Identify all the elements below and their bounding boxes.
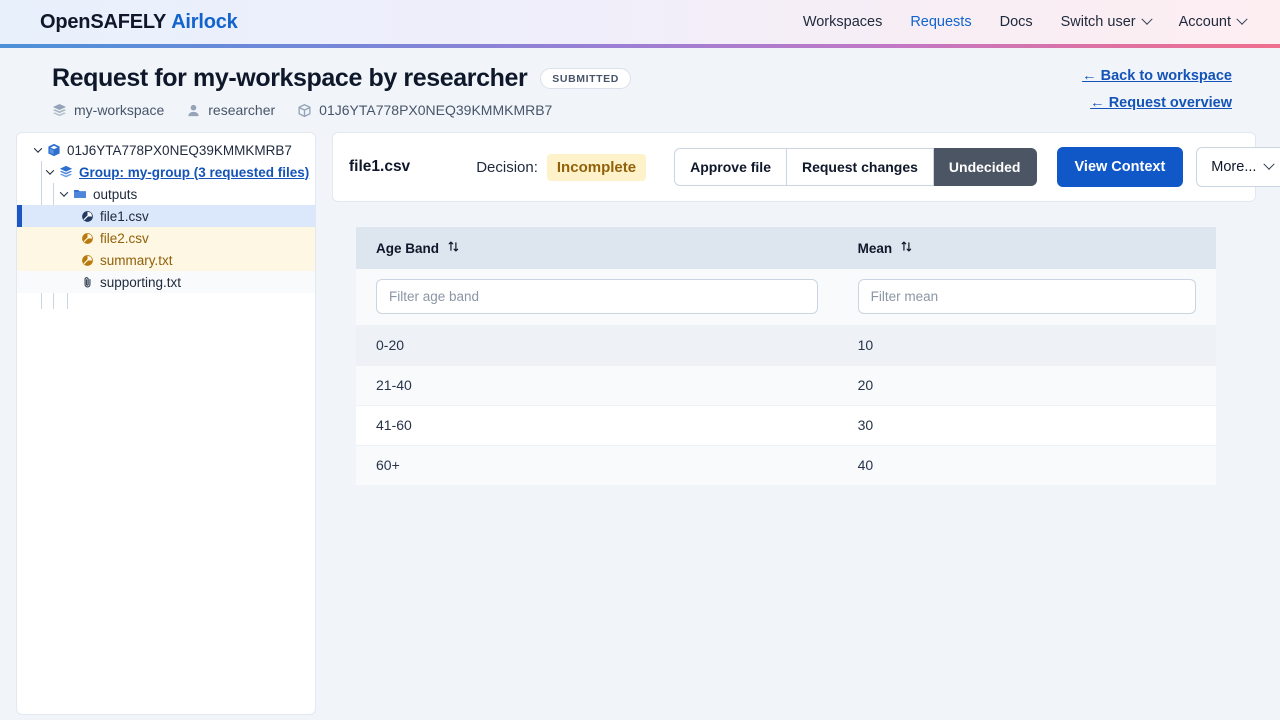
top-navigation-bar: OpenSAFELY Airlock Workspaces Requests Do…: [0, 0, 1280, 44]
tree-item-file1-csv[interactable]: file1.csv: [17, 205, 315, 227]
nav-link-account-label: Account: [1178, 14, 1231, 30]
tree-item-file1-csv-label: file1.csv: [100, 208, 149, 224]
metadata-workspace: my-workspace: [52, 102, 164, 118]
back-to-workspace-link[interactable]: ← Back to workspace: [1082, 68, 1232, 84]
csv-file-icon: [81, 254, 94, 267]
cell-mean: 40: [837, 445, 1216, 485]
data-table-head: Age Band Mean: [356, 227, 1216, 326]
sort-arrows-icon[interactable]: [901, 240, 912, 256]
tree-guides-container: 01J6YTA778PX0NEQ39KMMKMRB7 Group: my-gro…: [17, 139, 315, 309]
table-row: 0-20 10: [356, 325, 1216, 366]
tree-item-group-label[interactable]: Group: my-group (3 requested files): [79, 165, 309, 180]
request-overview-link[interactable]: ← Request overview: [1082, 95, 1232, 111]
nav-link-workspaces[interactable]: Workspaces: [803, 14, 883, 30]
app-logo[interactable]: OpenSAFELY Airlock: [40, 11, 238, 34]
nav-link-requests[interactable]: Requests: [910, 14, 971, 30]
request-changes-button[interactable]: Request changes: [786, 148, 934, 186]
chevron-down-icon: [1140, 13, 1153, 25]
tree-item-group[interactable]: Group: my-group (3 requested files): [17, 161, 315, 183]
chevron-expanded-icon[interactable]: [57, 187, 71, 201]
tree-item-folder-outputs-label: outputs: [93, 186, 138, 202]
tree-item-file2-csv[interactable]: file2.csv: [17, 227, 315, 249]
metadata-row: my-workspace researcher 01J6YTA778PX0NEQ…: [52, 102, 1232, 118]
metadata-request-id: 01J6YTA778PX0NEQ39KMMKMRB7: [297, 102, 552, 118]
cell-age-band: 41-60: [356, 405, 838, 446]
csv-file-icon: [81, 232, 94, 245]
nav-link-docs[interactable]: Docs: [1000, 14, 1033, 30]
more-menu-label: More...: [1211, 159, 1257, 175]
status-badge: SUBMITTED: [540, 68, 631, 89]
tree-item-root-label: 01J6YTA778PX0NEQ39KMMKMRB7: [67, 142, 292, 158]
data-table-body: 0-20 10 21-40 20 41-60 30 60+ 40: [356, 325, 1216, 485]
file-decision-bar: file1.csv Decision: Incomplete Approve f…: [332, 132, 1280, 202]
tree-item-root[interactable]: 01J6YTA778PX0NEQ39KMMKMRB7: [17, 139, 315, 161]
column-header-age-band[interactable]: Age Band: [356, 227, 838, 269]
request-box-icon: [47, 143, 61, 157]
cell-mean: 10: [837, 325, 1216, 366]
main-content: file1.csv Decision: Incomplete Approve f…: [332, 132, 1280, 485]
layers-icon: [59, 165, 73, 179]
nav-link-account[interactable]: Account: [1178, 13, 1248, 30]
chevron-expanded-icon[interactable]: [43, 165, 57, 179]
chevron-down-icon: [1263, 158, 1276, 170]
column-header-mean-label: Mean: [857, 240, 893, 256]
tree-item-folder-outputs[interactable]: outputs: [17, 183, 315, 205]
page-title: Request for my-workspace by researcher: [52, 64, 528, 92]
decision-value: Incomplete: [546, 153, 647, 181]
brand-secondary: Airlock: [171, 10, 238, 33]
data-table-container: Age Band Mean Filter age band Filter mea…: [356, 227, 1216, 485]
decision-button-group: Approve file Request changes Undecided: [674, 148, 1037, 186]
box-icon: [297, 103, 312, 118]
current-file-name: file1.csv: [349, 158, 411, 175]
chevron-down-icon: [1236, 13, 1248, 25]
approve-file-button[interactable]: Approve file: [674, 148, 787, 186]
decision-label: Decision:: [476, 158, 538, 176]
more-menu-button[interactable]: More...: [1196, 147, 1280, 187]
tree-item-summary-txt-label: summary.txt: [100, 252, 173, 268]
file-tree-panel[interactable]: 01J6YTA778PX0NEQ39KMMKMRB7 Group: my-gro…: [16, 132, 316, 715]
chevron-expanded-icon[interactable]: [31, 143, 45, 157]
tree-item-supporting-txt[interactable]: supporting.txt: [17, 271, 315, 293]
table-row: 60+ 40: [356, 445, 1216, 485]
column-header-age-band-label: Age Band: [376, 240, 440, 256]
header-links: ← Back to workspace ← Request overview: [1082, 68, 1232, 122]
filter-cell-mean: [837, 269, 1216, 326]
cell-age-band: 21-40: [356, 365, 838, 406]
nav-link-switch-user[interactable]: Switch user: [1060, 13, 1153, 30]
metadata-request-id-label: 01J6YTA778PX0NEQ39KMMKMRB7: [319, 102, 553, 118]
title-row: Request for my-workspace by researcher S…: [52, 64, 1232, 93]
cell-mean: 20: [837, 365, 1216, 406]
tree-item-summary-txt[interactable]: summary.txt: [17, 249, 315, 271]
sort-arrows-icon[interactable]: [448, 240, 459, 256]
brand-primary: OpenSAFELY: [40, 10, 167, 33]
user-icon: [186, 103, 201, 118]
metadata-author-label: researcher: [208, 102, 276, 118]
csv-file-icon: [81, 210, 94, 223]
view-context-button[interactable]: View Context: [1056, 147, 1184, 187]
tree-item-file2-csv-label: file2.csv: [100, 230, 149, 246]
tree-item-supporting-txt-label: supporting.txt: [100, 274, 182, 290]
undecided-button[interactable]: Undecided: [933, 148, 1037, 186]
folder-icon: [73, 187, 87, 201]
metadata-workspace-label: my-workspace: [74, 102, 165, 118]
filter-input-mean[interactable]: [857, 279, 1196, 314]
data-table-header-row: Age Band Mean: [356, 227, 1216, 269]
page-body: 01J6YTA778PX0NEQ39KMMKMRB7 Group: my-gro…: [0, 132, 1280, 715]
filter-input-age-band[interactable]: [376, 279, 818, 314]
column-header-mean[interactable]: Mean: [837, 227, 1216, 269]
data-table-filter-row: [356, 269, 1216, 326]
nav-links: Workspaces Requests Docs Switch user Acc…: [803, 13, 1248, 30]
filter-cell-age-band: [356, 269, 838, 326]
page-header: Request for my-workspace by researcher S…: [0, 48, 1280, 132]
cell-mean: 30: [837, 405, 1216, 446]
data-table: Age Band Mean Filter age band Filter mea…: [356, 227, 1216, 485]
nav-link-switch-user-label: Switch user: [1060, 14, 1136, 30]
metadata-author: researcher: [186, 102, 275, 118]
paperclip-icon: [81, 276, 94, 289]
table-row: 21-40 20: [356, 365, 1216, 406]
table-row: 41-60 30: [356, 405, 1216, 446]
cell-age-band: 0-20: [356, 325, 838, 366]
layers-icon: [52, 103, 67, 118]
cell-age-band: 60+: [356, 445, 838, 485]
